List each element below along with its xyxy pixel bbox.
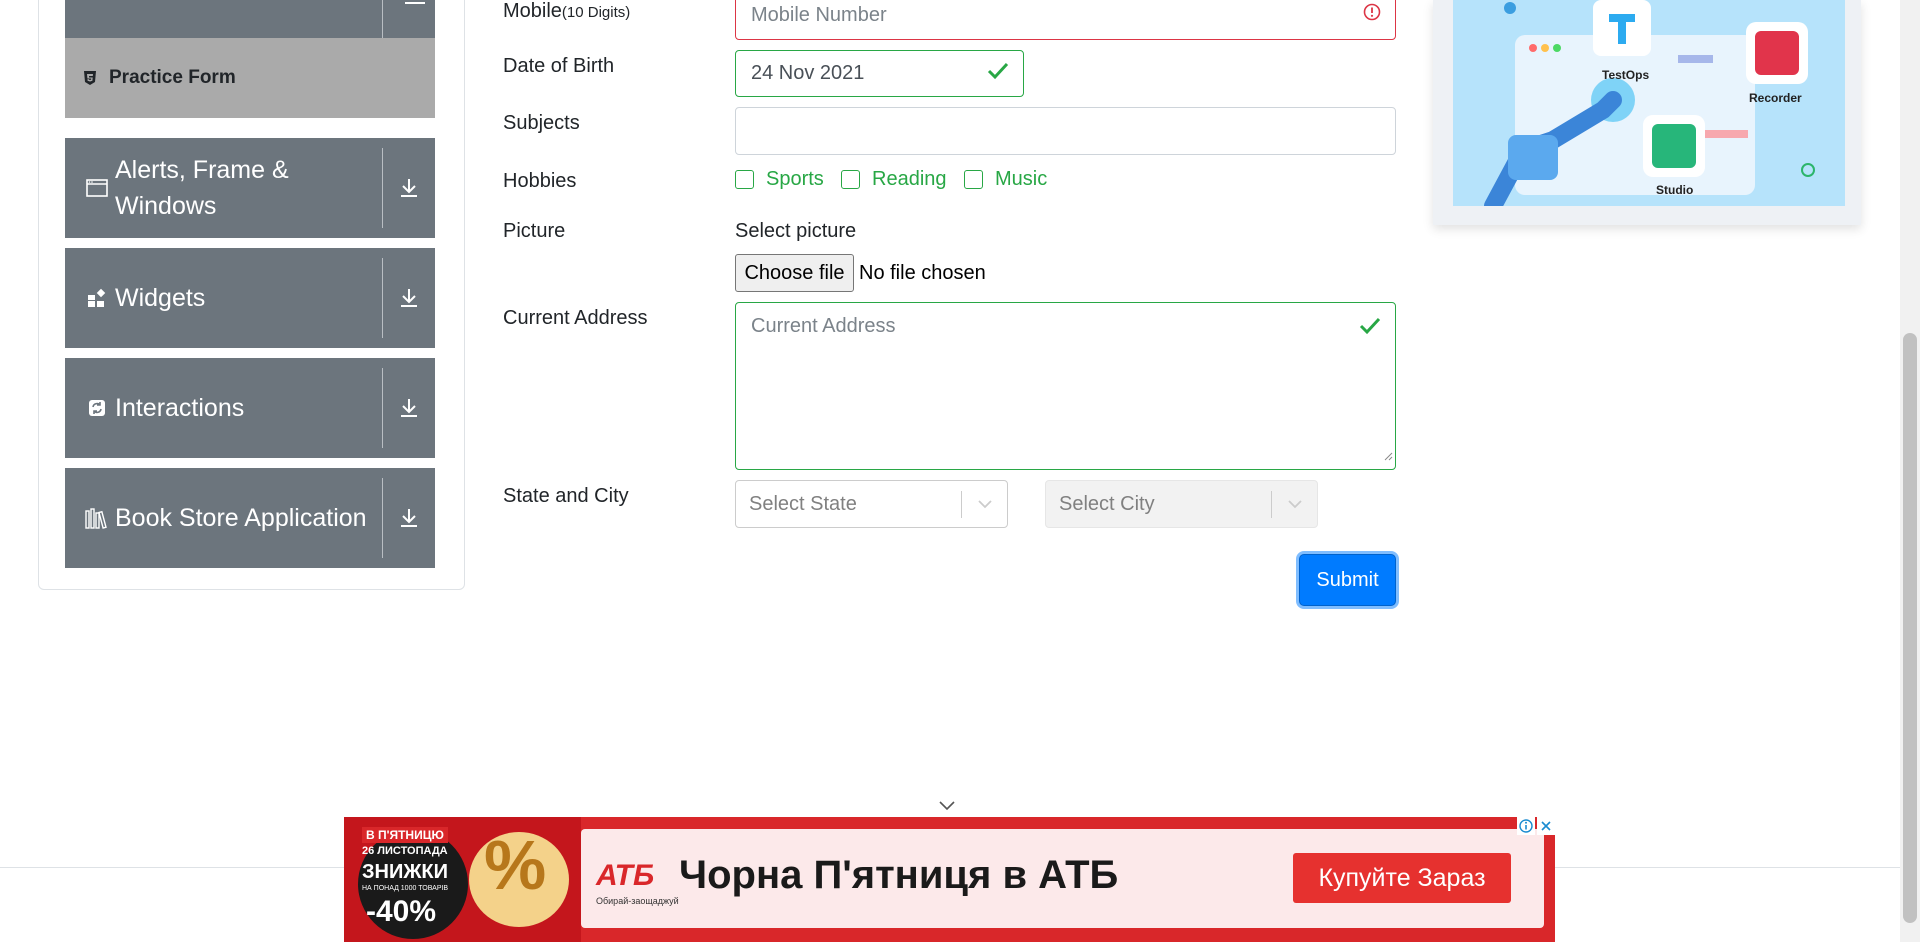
download-icon[interactable]	[383, 248, 435, 348]
download-icon[interactable]	[383, 358, 435, 458]
mobile-label: Mobile(10 Digits)	[503, 0, 630, 23]
promo-label-recorder: Recorder	[1749, 91, 1802, 105]
sidebar-group-label: Book Store Application	[115, 504, 367, 532]
state-select[interactable]: Select State	[735, 480, 1008, 528]
sidebar-group-label: Alerts, Frame & Windows	[115, 156, 289, 220]
hobby-label: Music	[995, 168, 1048, 190]
promo-banner[interactable]: TestOps Recorder Studio	[1433, 0, 1861, 225]
state-city-label: State and City	[503, 485, 629, 507]
hobbies-label: Hobbies	[503, 170, 577, 192]
resize-handle-icon[interactable]	[1383, 444, 1393, 467]
ad-cta-button[interactable]: Купуйте Зараз	[1293, 853, 1511, 903]
ad-info-icon[interactable]	[1517, 817, 1535, 835]
address-label: Current Address	[503, 307, 648, 329]
ad-banner[interactable]: В П'ЯТНИЦЮ 26 ЛИСТОПАДА ЗНИЖКИ НА ПОНАД …	[344, 817, 1555, 942]
city-select[interactable]: Select City	[1045, 480, 1318, 528]
checkmark-icon	[1359, 317, 1381, 341]
window-icon	[85, 176, 109, 200]
hobby-reading-checkbox[interactable]: Reading	[841, 168, 947, 191]
mobile-input[interactable]: Mobile Number	[735, 0, 1396, 40]
download-icon[interactable]	[405, 0, 425, 4]
checkbox-box[interactable]	[841, 170, 860, 189]
sidebar-group-interactions[interactable]: Interactions	[65, 358, 435, 458]
current-address-textarea[interactable]: Current Address	[735, 302, 1396, 470]
checkbox-box[interactable]	[735, 170, 754, 189]
sidebar-group-forms[interactable]	[65, 0, 435, 38]
atb-logo-tagline: Обирай-заощаджуй	[596, 896, 679, 906]
promo-illustration: TestOps Recorder Studio	[1453, 0, 1845, 206]
state-placeholder: Select State	[749, 492, 857, 515]
ad-controls[interactable]	[1515, 817, 1555, 835]
file-status-text: No file chosen	[859, 262, 986, 284]
select-picture-label: Select picture	[735, 220, 857, 242]
html5-icon	[83, 70, 97, 86]
dob-value: 24 Nov 2021	[751, 62, 865, 84]
subjects-label: Subjects	[503, 112, 580, 134]
ad-badge-percent: -40%	[366, 895, 437, 928]
dob-input[interactable]: 24 Nov 2021	[735, 50, 1024, 97]
promo-label-studio: Studio	[1656, 183, 1694, 197]
error-icon	[1363, 3, 1381, 27]
ad-percent-glyph: %	[484, 826, 547, 904]
hobby-music-checkbox[interactable]: Music	[964, 168, 1047, 191]
scrollbar-thumb[interactable]	[1903, 333, 1917, 923]
ad-badge-date-day: В П'ЯТНИЦЮ	[362, 827, 448, 843]
sidebar-group-label: Widgets	[115, 284, 206, 312]
download-icon[interactable]	[383, 138, 435, 238]
city-placeholder: Select City	[1059, 492, 1155, 515]
sidebar-group-book-store[interactable]: Book Store Application	[65, 468, 435, 568]
sidebar-group-alerts[interactable]: Alerts, Frame & Windows	[65, 138, 435, 238]
chevron-down-icon[interactable]	[962, 481, 1007, 527]
mobile-label-text: Mobile	[503, 0, 562, 22]
chevron-down-icon[interactable]	[1272, 481, 1317, 527]
hobby-sports-checkbox[interactable]: Sports	[735, 168, 824, 191]
books-icon	[85, 506, 109, 530]
close-icon[interactable]	[1537, 817, 1555, 835]
ad-promo-image: В П'ЯТНИЦЮ 26 ЛИСТОПАДА ЗНИЖКИ НА ПОНАД …	[344, 817, 581, 942]
hobby-label: Reading	[872, 168, 947, 190]
mobile-label-hint: (10 Digits)	[561, 4, 631, 21]
widgets-icon	[85, 286, 109, 310]
sidebar-item-label: Practice Form	[109, 67, 236, 88]
hobby-label: Sports	[766, 168, 824, 190]
address-placeholder: Current Address	[751, 315, 896, 337]
divider	[382, 0, 383, 38]
subjects-input[interactable]	[735, 107, 1396, 155]
ad-badge-products: НА ПОНАД 1000 ТОВАРІВ	[362, 885, 449, 892]
ad-badge-discounts: ЗНИЖКИ	[362, 861, 449, 883]
checkmark-icon	[987, 62, 1009, 86]
promo-label-testops: TestOps	[1602, 68, 1650, 82]
picture-label: Picture	[503, 220, 566, 242]
submit-button[interactable]: Submit	[1299, 554, 1396, 606]
chevron-down-icon[interactable]	[938, 798, 956, 816]
sidebar-group-widgets[interactable]: Widgets	[65, 248, 435, 348]
sidebar-group-label: Interactions	[115, 394, 245, 422]
atb-logo: АТБ	[596, 859, 655, 892]
page: Practice Form Alerts, Frame & Windows Wi…	[0, 0, 1920, 942]
download-icon[interactable]	[383, 468, 435, 568]
ad-content[interactable]: АТБ Обирай-заощаджуй Чорна П'ятниця в АТ…	[581, 829, 1544, 928]
mobile-placeholder: Mobile Number	[751, 3, 887, 26]
sidebar-item-practice-form[interactable]: Practice Form	[65, 38, 435, 118]
ad-headline: Чорна П'ятниця в АТБ	[679, 853, 1119, 897]
choose-file-button[interactable]: Choose file	[735, 254, 854, 292]
interactions-icon	[85, 396, 109, 420]
dob-label: Date of Birth	[503, 55, 615, 77]
checkbox-box[interactable]	[964, 170, 983, 189]
ad-badge-date: 26 ЛИСТОПАДА	[362, 845, 448, 857]
